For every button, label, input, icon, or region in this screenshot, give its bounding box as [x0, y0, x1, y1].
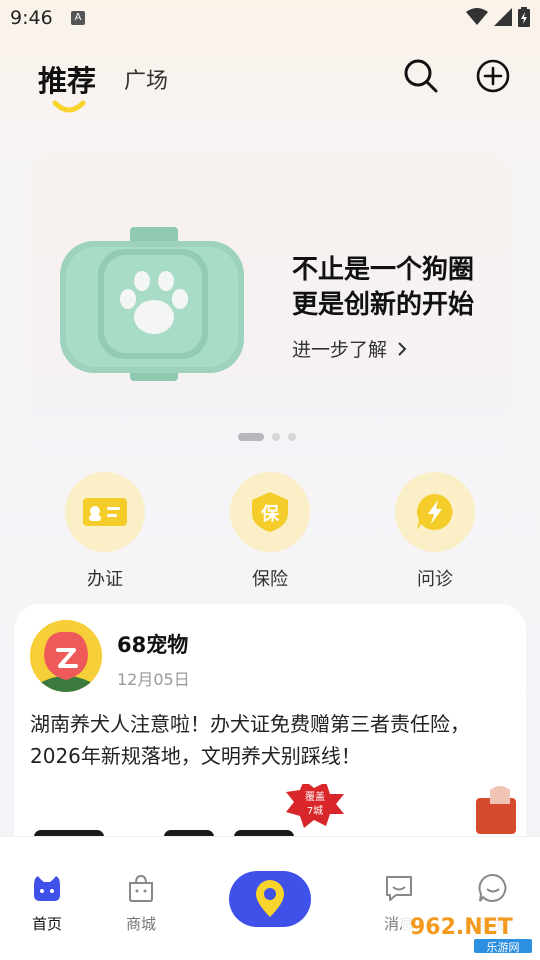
nav-shop[interactable]: 商城	[106, 873, 176, 934]
banner-title-line-2: 更是创新的开始	[292, 290, 475, 320]
status-bar: 9:46 A	[0, 0, 540, 38]
plus-circle-icon	[476, 59, 510, 93]
quick-action-label: 保险	[252, 569, 288, 590]
quick-action-label: 办证	[87, 569, 123, 590]
quick-action-icon-wrap	[395, 472, 475, 552]
promo-banner[interactable]: 不止是一个狗圈 更是创新的开始 进一步了解	[30, 155, 510, 455]
shopping-bag-icon	[129, 874, 153, 902]
tab-square[interactable]: 广场	[124, 63, 168, 95]
status-icons	[466, 7, 530, 27]
lightning-chat-icon	[417, 494, 453, 530]
quick-action-license[interactable]: 办证	[65, 472, 145, 591]
post-author[interactable]: 68宠物	[117, 629, 188, 659]
avatar-image	[30, 620, 102, 692]
watermark-caption: 乐游网	[487, 941, 520, 954]
nav-label: 首页	[31, 915, 62, 933]
chat-icon	[478, 873, 507, 902]
add-button[interactable]	[475, 58, 511, 94]
tab-recommend[interactable]: 推荐	[38, 58, 96, 100]
search-icon	[404, 59, 438, 93]
avatar[interactable]	[30, 620, 102, 692]
battery-icon	[518, 7, 530, 27]
quick-action-icon-wrap	[65, 472, 145, 552]
quick-action-insurance[interactable]: 保 保险	[230, 472, 310, 591]
watermark-brand: 962.NET	[410, 915, 513, 940]
message-icon	[386, 876, 412, 901]
banner-title-line-1: 不止是一个狗圈	[292, 255, 475, 285]
quick-action-icon-wrap: 保	[230, 472, 310, 552]
carousel-dot[interactable]	[272, 433, 280, 441]
carousel-dots	[238, 433, 296, 441]
nav-home[interactable]: 首页	[12, 873, 82, 934]
search-button[interactable]	[403, 58, 439, 94]
wifi-icon	[466, 8, 488, 25]
status-time: 9:46	[10, 7, 53, 29]
watermark-logo: 962.NET 乐游网	[402, 912, 536, 954]
svg-text:保: 保	[260, 503, 280, 525]
carousel-dot[interactable]	[288, 433, 296, 441]
notification-icon: A	[71, 11, 85, 25]
shield-icon: 保	[252, 492, 288, 532]
badge-text-2: 7城	[307, 805, 323, 817]
quick-action-label: 问诊	[417, 569, 453, 590]
quick-action-consult[interactable]: 问诊	[395, 472, 475, 591]
banner-title: 不止是一个狗圈 更是创新的开始	[292, 253, 474, 323]
collar-product-image	[60, 227, 244, 381]
carousel-dot-active[interactable]	[238, 433, 264, 441]
home-icon	[34, 876, 60, 901]
tab-active-indicator	[52, 100, 86, 113]
location-pin-icon	[256, 880, 284, 917]
id-card-icon	[83, 498, 127, 526]
nav-label: 商城	[125, 915, 156, 933]
signal-icon	[494, 8, 512, 26]
learn-more-link[interactable]: 进一步了解	[292, 335, 407, 362]
post-date: 12月05日	[117, 670, 190, 689]
learn-more-label: 进一步了解	[292, 339, 388, 361]
badge-text-1: 覆盖	[305, 790, 325, 803]
chevron-right-icon	[398, 341, 407, 356]
nav-location-button[interactable]	[229, 871, 311, 927]
post-text: 湖南养犬人注意啦！办犬证免费赠第三者责任险，2026年新规落地，文明养犬别踩线！	[30, 712, 470, 768]
